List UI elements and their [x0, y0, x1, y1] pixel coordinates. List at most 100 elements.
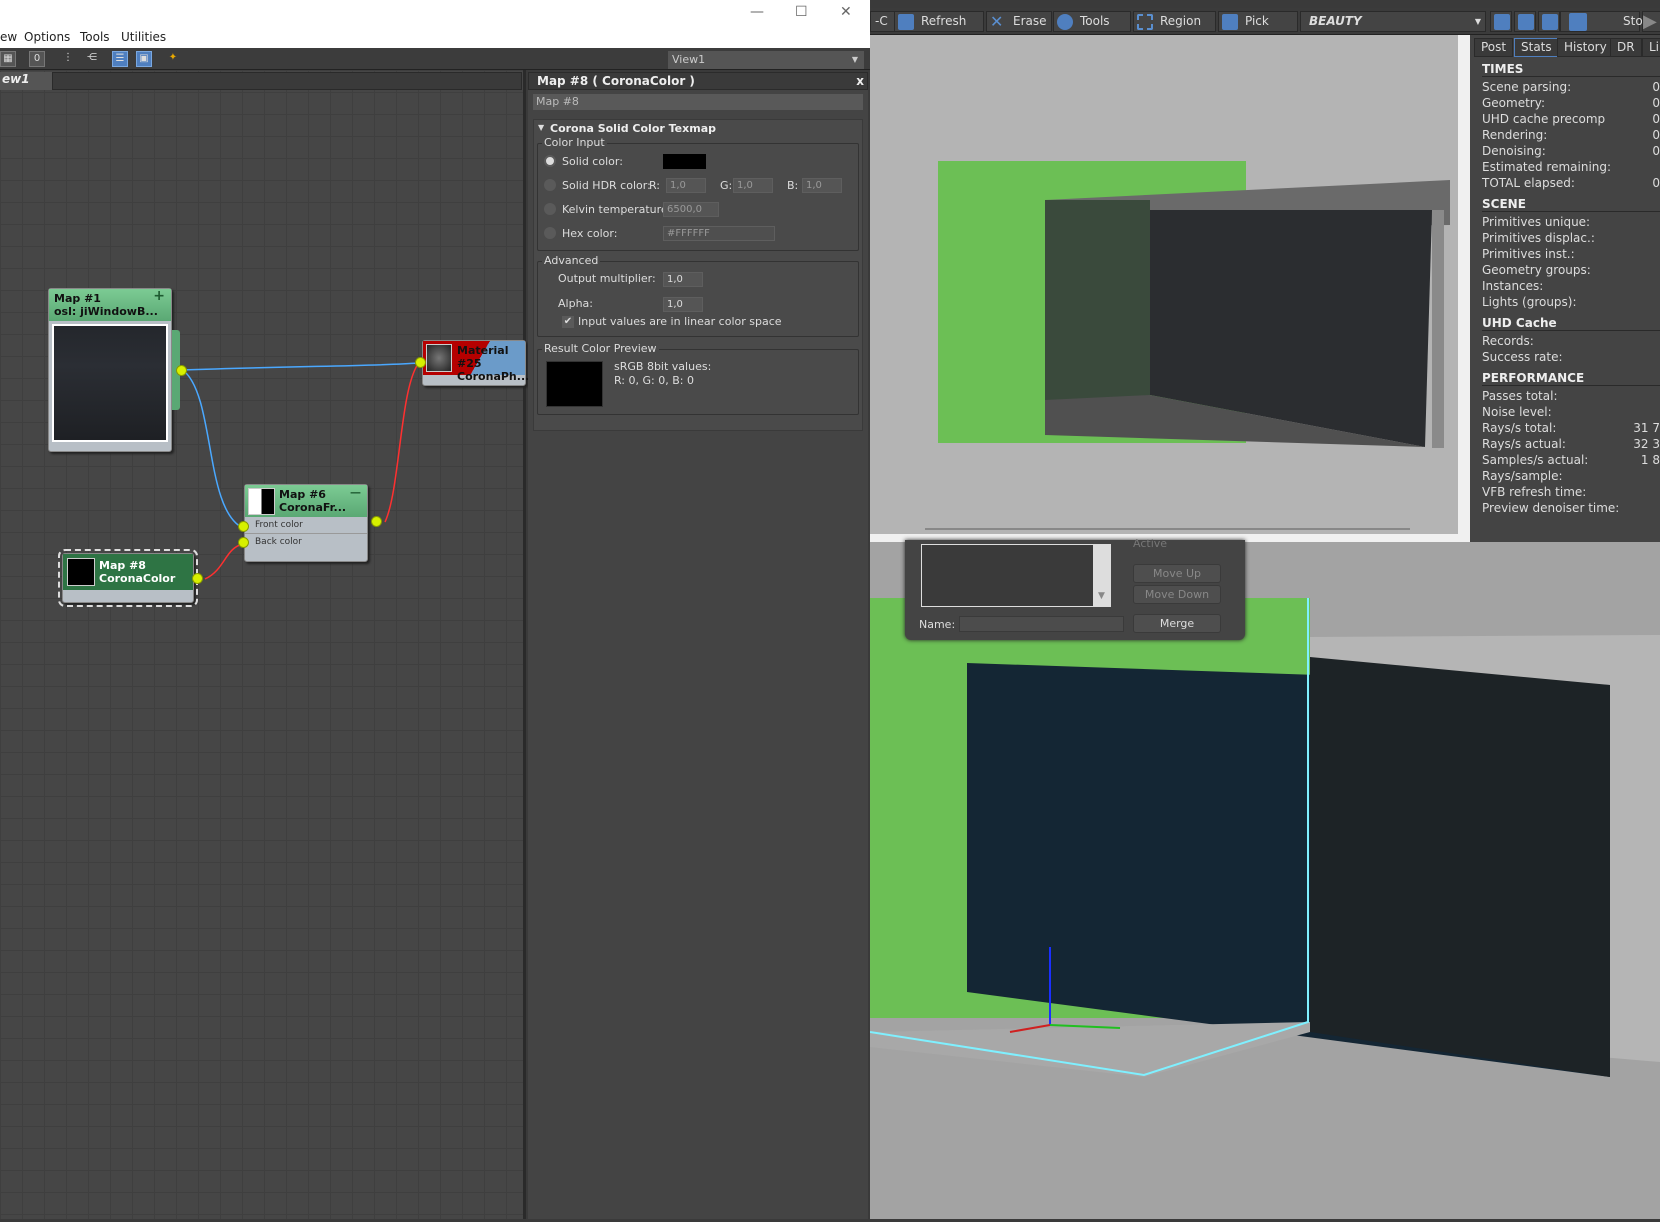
collapse-icon[interactable]: —: [350, 486, 361, 499]
stats-row: Lights (groups):: [1482, 295, 1660, 309]
channel-value: BEAUTY: [1309, 14, 1362, 28]
move-up-button[interactable]: Move Up: [1133, 564, 1221, 583]
menu-utilities[interactable]: Utilities: [121, 30, 166, 44]
node-thumbnail: [248, 488, 275, 515]
solid-hdr-radio[interactable]: [544, 179, 556, 191]
select-icon[interactable]: ▦: [0, 51, 16, 67]
stats-value: 0: [1652, 96, 1660, 110]
move-children-icon[interactable]: ⋮: [60, 51, 76, 67]
menu-tools[interactable]: Tools: [80, 30, 110, 44]
slot-front-color[interactable]: Front color: [245, 517, 367, 534]
maximize-button[interactable]: ☐: [795, 4, 808, 20]
move-down-button[interactable]: Move Down: [1133, 585, 1221, 604]
srgb-values: R: 0, G: 0, B: 0: [614, 374, 694, 387]
node-map6[interactable]: Map #6 CoronaFr... — Front color Back colo…: [244, 484, 368, 562]
close-icon[interactable]: x: [856, 73, 864, 89]
tools-button[interactable]: Tools: [1053, 11, 1131, 32]
alpha-spinner[interactable]: 1,0: [663, 297, 703, 312]
expand-icon[interactable]: +: [153, 289, 165, 303]
hex-radio[interactable]: [544, 227, 556, 239]
kelvin-spinner[interactable]: 6500,0: [663, 202, 719, 217]
linear-checkbox[interactable]: ✔: [562, 316, 574, 328]
kelvin-radio[interactable]: [544, 203, 556, 215]
slot-back-color[interactable]: Back color: [245, 534, 367, 550]
stats-value: 1 8: [1640, 453, 1660, 467]
tab-post[interactable]: Post: [1474, 38, 1514, 57]
input-socket[interactable]: [415, 357, 426, 368]
solid-color-radio[interactable]: [544, 155, 556, 167]
stats-key: TOTAL elapsed:: [1482, 176, 1575, 190]
merge-button[interactable]: Merge: [1133, 614, 1221, 633]
close-button[interactable]: ✕: [840, 4, 852, 20]
tab-history[interactable]: History: [1557, 38, 1614, 57]
hdr-r-spinner[interactable]: 1,0: [666, 178, 706, 193]
front-color-socket[interactable]: [238, 521, 249, 532]
hide-children-icon[interactable]: ⋲: [84, 51, 100, 67]
panel-title: Map #8 ( CoronaColor ) x: [528, 72, 868, 90]
pick-material-icon[interactable]: ✦: [165, 51, 181, 67]
zoom-in-button[interactable]: [1490, 11, 1512, 32]
stop-button[interactable]: Stop: [1560, 11, 1650, 32]
node-title: Material #25: [457, 344, 509, 370]
minimize-button[interactable]: —: [750, 4, 764, 20]
vfb-render-image[interactable]: [870, 35, 1470, 542]
node-material25[interactable]: Material #25 CoronaPh...: [422, 340, 529, 386]
wire-map8-back: [204, 543, 244, 580]
map-name-field[interactable]: Map #8: [533, 94, 863, 110]
rollout-title[interactable]: Corona Solid Color Texmap: [550, 122, 716, 135]
hdr-b-spinner[interactable]: 1,0: [802, 178, 842, 193]
stats-section-1: SCENE: [1482, 197, 1660, 212]
3d-viewport[interactable]: [869, 542, 1660, 1219]
stats-row: Records:: [1482, 334, 1660, 348]
erase-button[interactable]: ✕ Erase: [986, 11, 1052, 32]
back-color-socket[interactable]: [238, 537, 249, 548]
stats-row: Geometry groups:: [1482, 263, 1660, 277]
hex-input[interactable]: #FFFFFF: [663, 226, 775, 241]
zoom-out-button[interactable]: [1514, 11, 1536, 32]
view-select[interactable]: View1 ▼: [668, 51, 864, 69]
layer-list[interactable]: [921, 544, 1111, 607]
output-socket[interactable]: [192, 573, 203, 584]
node-map1[interactable]: Map #1 osl: jiWindowB... +: [48, 288, 172, 452]
output-multiplier-spinner[interactable]: 1,0: [663, 272, 703, 287]
pick-label: Pick: [1245, 14, 1269, 28]
tab-stats[interactable]: Stats: [1514, 38, 1559, 57]
refresh-icon: [898, 14, 914, 30]
tab-dr[interactable]: DR: [1610, 38, 1642, 57]
region-button[interactable]: Region: [1133, 11, 1216, 32]
stats-key: Rendering:: [1482, 128, 1548, 142]
channel-select[interactable]: BEAUTY ▼: [1300, 11, 1486, 32]
layout-icon[interactable]: 0: [29, 51, 45, 67]
vfb-button-c[interactable]: -C: [870, 11, 895, 32]
h-scrollbar[interactable]: [925, 528, 1410, 530]
list-scrollbar[interactable]: ▼: [1093, 545, 1110, 606]
chevron-down-icon: ▼: [1098, 591, 1105, 601]
stats-value: 32 3: [1633, 437, 1660, 451]
node-subtitle: CoronaColor: [99, 572, 176, 585]
menu-view[interactable]: ew: [0, 30, 17, 44]
solid-color-swatch[interactable]: [663, 154, 706, 169]
hdr-g-spinner[interactable]: 1,0: [733, 178, 773, 193]
output-socket[interactable]: [371, 516, 382, 527]
wire-map1-material: [180, 362, 419, 371]
glass-panel-right: [1310, 657, 1610, 1077]
stats-row: Scene parsing: 0: [1482, 80, 1660, 94]
rollout-collapse-icon[interactable]: ▼: [538, 123, 544, 132]
name-input[interactable]: [959, 616, 1124, 632]
pick-button[interactable]: Pick: [1218, 11, 1298, 32]
node-map8[interactable]: Map #8 CoronaColor: [58, 549, 198, 607]
refresh-button[interactable]: Refresh: [894, 11, 984, 32]
stats-key: Rays/s actual:: [1482, 437, 1566, 451]
stats-key: VFB refresh time:: [1482, 485, 1587, 499]
play-icon: ▶: [1643, 11, 1657, 32]
material-thumbnail: [426, 344, 452, 372]
zoom-out-icon: [1518, 14, 1534, 30]
tab-lights[interactable]: Li: [1642, 38, 1660, 57]
output-socket[interactable]: [176, 365, 187, 376]
menu-options[interactable]: Options: [24, 30, 70, 44]
show-background-icon[interactable]: ☰: [112, 51, 128, 67]
zoom-reset-button[interactable]: [1538, 11, 1560, 32]
stats-row: Primitives displac.:: [1482, 231, 1660, 245]
layout-all-icon[interactable]: ▣: [136, 51, 152, 67]
render-button[interactable]: ▶: [1642, 11, 1660, 32]
